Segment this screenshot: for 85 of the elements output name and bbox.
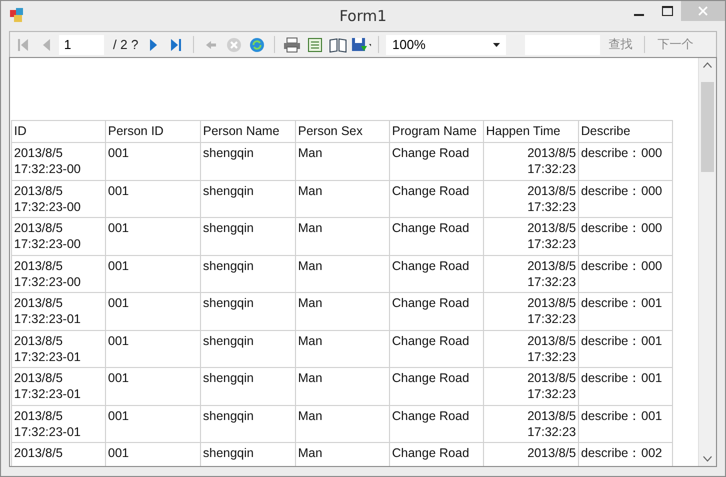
table-cell: Change Road [390, 218, 484, 256]
table-cell: 2013/8/5 17:32:23 [484, 330, 579, 368]
column-header: Person Name [201, 121, 296, 143]
table-cell: 001 [106, 293, 201, 330]
table-cell: 2013/8/5 17:32:23-01 [12, 368, 106, 406]
table-cell: 2013/8/5 17:32:23 [484, 180, 579, 218]
table-cell: Man [296, 218, 390, 256]
table-cell: Man [296, 143, 390, 180]
app-icon [9, 7, 25, 23]
table-cell: Man [296, 293, 390, 330]
table-cell: describe：001 [579, 406, 673, 443]
table-cell: Change Road [390, 256, 484, 293]
table-cell: 2013/8/5 17:32:23-00 [12, 218, 106, 256]
column-header: Person ID [106, 121, 201, 143]
table-cell: 001 [106, 180, 201, 218]
maximize-icon [662, 6, 672, 16]
table-cell: shengqin [201, 443, 296, 466]
table-cell: shengqin [201, 293, 296, 330]
window-title: Form1 [338, 7, 388, 25]
table-cell: 2013/8/5 17:32:23 [484, 143, 579, 180]
column-header: Program Name [390, 121, 484, 143]
scroll-up-icon[interactable] [703, 62, 712, 68]
table-cell: Man [296, 368, 390, 406]
table-cell: 001 [106, 143, 201, 180]
table-cell: Change Road [390, 293, 484, 330]
table-cell: 001 [106, 368, 201, 406]
table-cell: describe：002 [579, 443, 673, 466]
minimize-icon [634, 14, 644, 16]
table-cell: describe：000 [579, 256, 673, 293]
table-cell: 2013/8/5 17:32:23-01 [12, 406, 106, 443]
page-number-field[interactable]: 1 [59, 34, 104, 54]
table-cell: 001 [106, 218, 201, 256]
table-cell: Man [296, 406, 390, 443]
scrollbar-thumb[interactable] [701, 82, 714, 172]
table-cell: shengqin [201, 256, 296, 293]
column-header: ID [12, 121, 106, 143]
table-cell: shengqin [201, 180, 296, 218]
column-header: Person Sex [296, 121, 390, 143]
table-cell: describe：000 [579, 180, 673, 218]
page-total: / 2 ? [113, 37, 138, 52]
table-cell: Man [296, 330, 390, 368]
table-cell: describe：001 [579, 293, 673, 330]
scroll-down-icon[interactable] [703, 456, 712, 462]
table-cell: describe：001 [579, 330, 673, 368]
table-cell: describe：000 [579, 218, 673, 256]
table-cell: 2013/8/5 [12, 443, 106, 466]
table-cell: 2013/8/5 [484, 443, 579, 466]
table-cell: Change Road [390, 368, 484, 406]
last-page-icon[interactable] [170, 38, 182, 52]
table-cell: shengqin [201, 218, 296, 256]
table-cell: shengqin [201, 330, 296, 368]
table-cell: Man [296, 443, 390, 466]
table-cell: 001 [106, 406, 201, 443]
table-cell: Change Road [390, 443, 484, 466]
table-cell: Man [296, 180, 390, 218]
next-page-icon[interactable] [148, 38, 158, 52]
table-cell: 2013/8/5 17:32:23 [484, 256, 579, 293]
table-cell: shengqin [201, 368, 296, 406]
table-cell: 2013/8/5 17:32:23-01 [12, 330, 106, 368]
table-cell: Man [296, 256, 390, 293]
table-cell: 001 [106, 330, 201, 368]
table-cell: 2013/8/5 17:32:23 [484, 368, 579, 406]
zoom-dropdown[interactable]: 100% [386, 34, 506, 54]
table-cell: 2013/8/5 17:32:23-00 [12, 256, 106, 293]
table-cell: describe：001 [579, 368, 673, 406]
table-cell: 2013/8/5 17:32:23 [484, 218, 579, 256]
table-cell: Change Road [390, 180, 484, 218]
table-cell: 001 [106, 443, 201, 466]
table-cell: Change Road [390, 406, 484, 443]
caret-icon [493, 42, 500, 46]
table-cell: 001 [106, 256, 201, 293]
table-cell: shengqin [201, 143, 296, 180]
table-cell: 2013/8/5 17:32:23 [484, 406, 579, 443]
table-cell: 2013/8/5 17:32:23-01 [12, 293, 106, 330]
table-cell: Change Road [390, 143, 484, 180]
table-cell: shengqin [201, 406, 296, 443]
column-header: Describe [579, 121, 673, 143]
table-cell: describe：000 [579, 143, 673, 180]
table-cell: 2013/8/5 17:32:23-00 [12, 180, 106, 218]
table-cell: Change Road [390, 330, 484, 368]
close-icon [698, 6, 708, 16]
table-cell: 2013/8/5 17:32:23 [484, 293, 579, 330]
table-cell: 2013/8/5 17:32:23-00 [12, 143, 106, 180]
vertical-scrollbar[interactable] [698, 58, 716, 466]
column-header: Happen Time [484, 121, 579, 143]
